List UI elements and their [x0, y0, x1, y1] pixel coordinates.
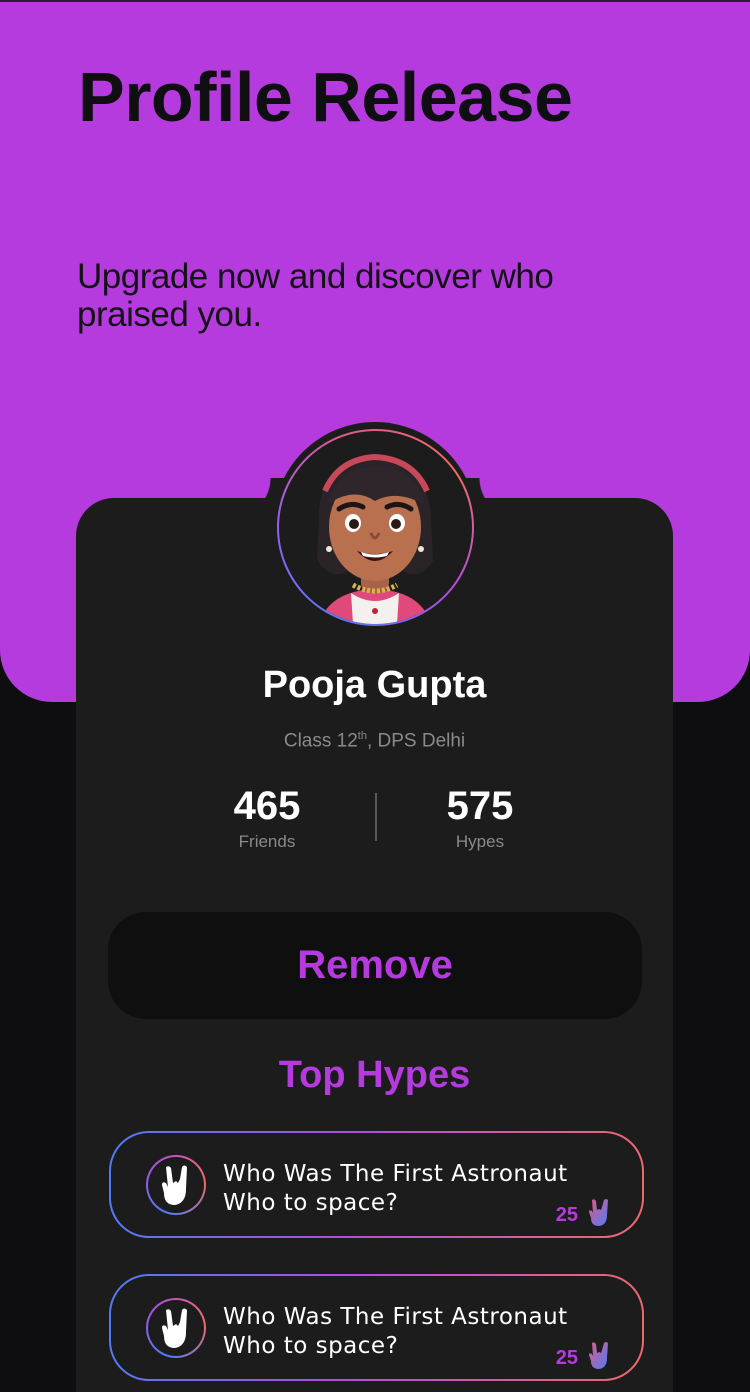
- hypes-label: Hypes: [455, 832, 505, 851]
- rock-hand-small-icon: [589, 1199, 608, 1226]
- hype-count: 25: [555, 1204, 578, 1226]
- avatar[interactable]: [277, 429, 474, 626]
- friends-count: 465: [233, 784, 301, 828]
- top-hypes-title: Top Hypes: [278, 1054, 471, 1096]
- hype-count: 25: [555, 1347, 578, 1369]
- hype-list-item[interactable]: Who Was The First Astronaut Who to space…: [109, 1131, 644, 1238]
- hypes-count: 575: [446, 784, 514, 828]
- hype-question: Who Was The First Astronaut Who to space…: [223, 1304, 568, 1359]
- page-subtitle: Upgrade now and discover who praised you…: [77, 257, 554, 334]
- page-title: Profile Release: [78, 58, 573, 136]
- hype-question: Who Was The First Astronaut Who to space…: [223, 1161, 568, 1216]
- stats-divider: [375, 793, 377, 841]
- rock-hand-icon: [146, 1298, 206, 1358]
- friends-stat[interactable]: 465 Friends: [192, 782, 342, 852]
- hypes-stat[interactable]: 575 Hypes: [405, 782, 555, 852]
- profile-name: Pooja Gupta: [262, 664, 487, 706]
- rock-hand-small-icon: [589, 1342, 608, 1369]
- remove-button[interactable]: Remove: [108, 912, 642, 1019]
- profile-class: Class 12th, DPS Delhi: [283, 730, 466, 752]
- friends-label: Friends: [238, 832, 296, 851]
- avatar-girl-icon: [317, 453, 433, 624]
- rock-hand-icon: [146, 1155, 206, 1215]
- hype-list-item[interactable]: Who Was The First Astronaut Who to space…: [109, 1274, 644, 1381]
